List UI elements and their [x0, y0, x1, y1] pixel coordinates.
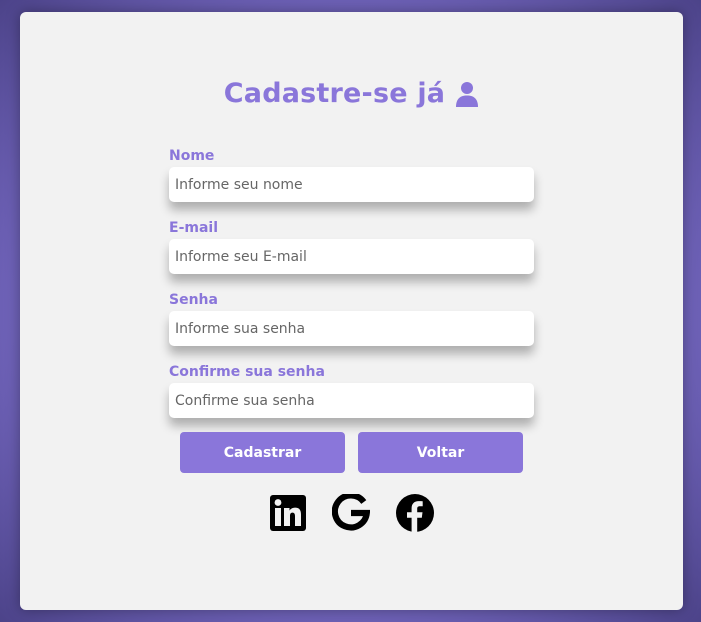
- confirm-password-input[interactable]: [169, 383, 534, 418]
- signup-card: Cadastre-se já Nome E-mail Senha Confirm…: [20, 12, 683, 610]
- page-title: Cadastre-se já: [223, 78, 446, 109]
- name-input[interactable]: [169, 167, 534, 202]
- register-button[interactable]: Cadastrar: [180, 432, 345, 473]
- password-input[interactable]: [169, 311, 534, 346]
- email-label: E-mail: [169, 220, 219, 236]
- back-button[interactable]: Voltar: [358, 432, 523, 473]
- social-links: [20, 494, 683, 532]
- facebook-icon[interactable]: [395, 494, 434, 532]
- title-row: Cadastre-se já: [20, 78, 683, 109]
- email-input[interactable]: [169, 239, 534, 274]
- name-field-group: Nome: [169, 148, 534, 202]
- confirm-password-label: Confirme sua senha: [169, 364, 325, 380]
- name-label: Nome: [169, 148, 215, 164]
- password-label: Senha: [169, 292, 218, 308]
- password-field-group: Senha: [169, 292, 534, 346]
- linkedin-icon[interactable]: [269, 495, 306, 531]
- google-icon[interactable]: [331, 494, 370, 532]
- confirm-password-field-group: Confirme sua senha: [169, 364, 534, 418]
- user-icon: [455, 81, 479, 107]
- email-field-group: E-mail: [169, 220, 534, 274]
